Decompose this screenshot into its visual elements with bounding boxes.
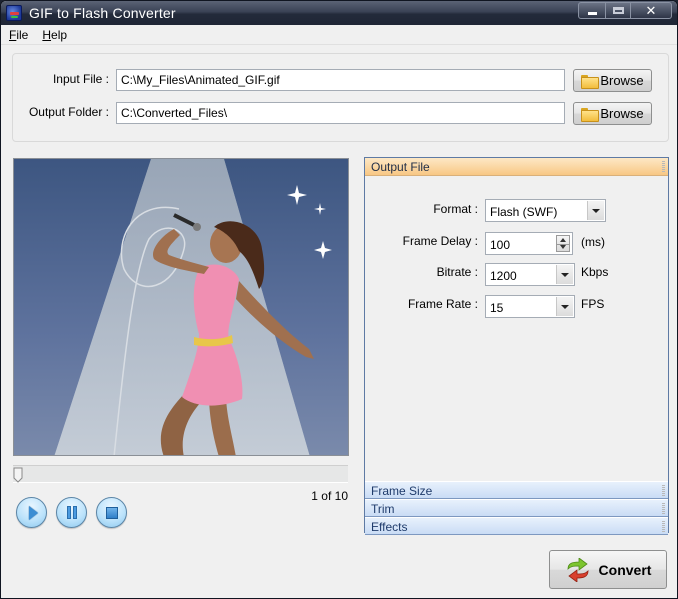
format-select[interactable]: Flash (SWF) <box>485 199 606 222</box>
section-output-file-body: Format : Flash (SWF) Frame Delay : 100 (… <box>365 176 668 481</box>
format-value: Flash (SWF) <box>490 205 558 219</box>
grip-icon <box>662 521 665 533</box>
stop-icon <box>105 506 118 519</box>
app-icon <box>6 5 22 21</box>
gif-preview <box>13 158 349 456</box>
bitrate-select[interactable]: 1200 <box>485 263 575 286</box>
convert-label: Convert <box>598 561 652 578</box>
browse-output-button[interactable]: Browse <box>573 102 652 125</box>
stop-button[interactable] <box>96 497 127 528</box>
section-frame-size-label: Frame Size <box>371 484 433 498</box>
frame-delay-value: 100 <box>490 238 511 252</box>
preview-illustration <box>54 159 332 455</box>
convert-arrows-icon <box>567 557 588 582</box>
microphone-head <box>193 223 201 231</box>
window-controls: ✕ <box>578 2 672 19</box>
maximize-button[interactable] <box>606 3 631 18</box>
frame-rate-unit: FPS <box>581 297 605 311</box>
section-frame-size-header[interactable]: Frame Size <box>365 481 668 499</box>
grip-icon <box>662 485 665 497</box>
frame-slider-thumb[interactable] <box>13 467 23 483</box>
file-selection-panel: Input File : Browse Output Folder : Brow… <box>12 53 669 142</box>
pause-button[interactable] <box>56 497 87 528</box>
section-output-file-header[interactable]: Output File <box>365 158 668 176</box>
app-window: GIF to Flash Converter ✕ File Help Input… <box>0 0 678 599</box>
frame-delay-spinner[interactable]: 100 <box>485 232 573 255</box>
bitrate-unit: Kbps <box>581 265 609 279</box>
frame-counter: 1 of 10 <box>311 489 348 503</box>
output-folder-label: Output Folder : <box>28 105 109 119</box>
bitrate-value: 1200 <box>490 269 517 283</box>
spinner-divider <box>557 244 569 245</box>
section-trim-label: Trim <box>371 502 395 516</box>
section-effects-header[interactable]: Effects <box>365 517 668 535</box>
menu-file-label: ile <box>16 27 29 42</box>
close-icon: ✕ <box>645 2 657 18</box>
sparkle-stars <box>287 185 332 259</box>
minimize-button[interactable] <box>579 3 606 18</box>
folder-icon <box>581 107 600 122</box>
menu-help[interactable]: Help <box>42 28 67 42</box>
settings-accordion: Output File Format : Flash (SWF) Frame D… <box>364 157 669 535</box>
chevron-down-icon[interactable] <box>556 265 573 284</box>
maximize-icon <box>612 7 624 14</box>
window-title: GIF to Flash Converter <box>29 5 176 21</box>
frame-rate-value: 15 <box>490 301 504 315</box>
chevron-down-icon[interactable] <box>587 201 604 220</box>
grip-icon <box>662 503 665 515</box>
minimize-icon <box>587 11 597 15</box>
menu-help-mnemonic: H <box>42 27 52 42</box>
input-file-label: Input File : <box>52 72 109 86</box>
bitrate-label: Bitrate : <box>436 265 478 279</box>
input-file-field[interactable] <box>116 69 565 91</box>
chevron-down-icon[interactable] <box>556 297 573 316</box>
menu-file[interactable]: File <box>9 28 28 42</box>
close-button[interactable]: ✕ <box>631 3 671 18</box>
menu-help-label: elp <box>51 27 68 42</box>
browse-input-button[interactable]: Browse <box>573 69 652 92</box>
frame-rate-select[interactable]: 15 <box>485 295 575 318</box>
frame-delay-label: Frame Delay : <box>402 234 478 248</box>
play-button[interactable] <box>16 497 47 528</box>
section-trim-header[interactable]: Trim <box>365 499 668 517</box>
frame-slider[interactable] <box>13 465 348 483</box>
browse-input-label: Browse <box>600 73 644 88</box>
browse-output-label: Browse <box>600 106 644 121</box>
frame-rate-label: Frame Rate : <box>407 297 478 311</box>
title-bar[interactable]: GIF to Flash Converter ✕ <box>1 1 677 25</box>
folder-icon <box>581 74 600 89</box>
play-icon <box>28 505 38 520</box>
grip-icon <box>662 161 665 173</box>
convert-button[interactable]: Convert <box>549 550 667 589</box>
pause-icon <box>66 506 77 519</box>
section-effects-label: Effects <box>371 520 408 534</box>
menu-bar: File Help <box>1 25 677 45</box>
section-output-file-label: Output File <box>371 160 430 174</box>
output-folder-field[interactable] <box>116 102 565 124</box>
format-label: Format : <box>433 202 478 216</box>
frame-delay-unit: (ms) <box>581 235 605 249</box>
